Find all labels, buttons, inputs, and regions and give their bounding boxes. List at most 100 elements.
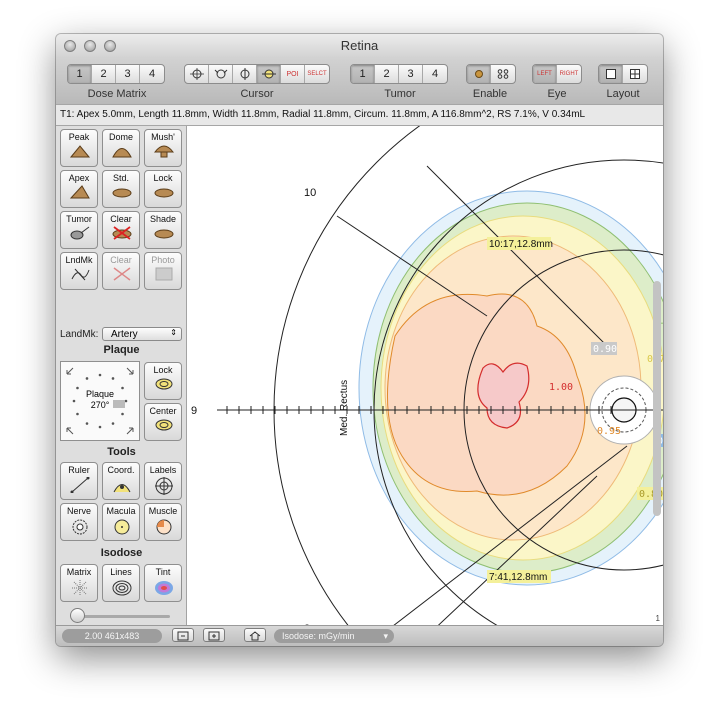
plaque-rotation-control[interactable]: Plaque 270° xyxy=(60,361,140,441)
eye-selector: LEFT RIGHT xyxy=(532,64,582,84)
tint-button[interactable]: Tint xyxy=(144,564,182,602)
cursor-pan-icon[interactable] xyxy=(233,65,257,83)
tint-label: Tint xyxy=(155,567,171,577)
cursor-rotate-icon[interactable] xyxy=(209,65,233,83)
labels-button[interactable]: Labels xyxy=(144,462,182,500)
plaque-lock-label: Lock xyxy=(153,365,173,375)
eye-left-button[interactable]: LEFT xyxy=(533,65,557,83)
ruler-button[interactable]: Ruler xyxy=(60,462,98,500)
cursor-select-button[interactable]: SELCT xyxy=(305,65,329,83)
lines-button[interactable]: Lines xyxy=(102,564,140,602)
peak-button[interactable]: Peak xyxy=(60,129,98,167)
photo-button[interactable]: Photo xyxy=(144,252,182,290)
clear-icon xyxy=(112,226,132,240)
enable-multi-icon[interactable] xyxy=(491,65,515,83)
shade-icon xyxy=(154,229,174,239)
plaque-center-button[interactable]: Center xyxy=(144,403,182,441)
landmark-type-select[interactable]: Artery ⇕ xyxy=(102,327,182,341)
apex-icon xyxy=(69,185,90,199)
plaque-name: Plaque xyxy=(85,389,115,399)
cursor-probe-icon[interactable] xyxy=(257,65,281,83)
lock-shape-button[interactable]: Lock xyxy=(144,170,182,208)
plaque-lock-button[interactable]: Lock xyxy=(144,362,182,400)
standard-label: Std. xyxy=(112,173,129,183)
dose-matrix-3[interactable]: 3 xyxy=(116,65,140,83)
coordinate-button[interactable]: Coord. xyxy=(102,462,140,500)
eye-right-button[interactable]: RIGHT xyxy=(557,65,581,83)
lock-shape-icon xyxy=(154,188,174,198)
tumor-3[interactable]: 3 xyxy=(399,65,423,83)
plaque-corner-arrow xyxy=(126,367,134,375)
app-window: Retina 1 2 3 4 Dose Matrix POI SELCT Cur… xyxy=(56,34,663,646)
macula-icon xyxy=(114,519,130,535)
dose-matrix-selector: 1 2 3 4 xyxy=(67,64,165,84)
toolbar: 1 2 3 4 Dose Matrix POI SELCT Cursor 1 2… xyxy=(56,58,663,104)
cursor-selector: POI SELCT xyxy=(184,64,330,84)
shade-button[interactable]: Shade xyxy=(144,211,182,249)
clock-label-9: 9 xyxy=(191,405,197,417)
dome-label: Dome xyxy=(108,132,133,142)
clear-landmark-button[interactable]: Clear xyxy=(102,252,140,290)
cursor-poi-button[interactable]: POI xyxy=(281,65,305,83)
dose-matrix-label: Dose Matrix xyxy=(87,88,147,100)
eye-label: Eye xyxy=(547,88,567,100)
landmark-button[interactable]: LndMk xyxy=(60,252,98,290)
standard-button[interactable]: Std. xyxy=(102,170,140,208)
coord-top-label: 10:17,12.8mm xyxy=(489,239,553,250)
isodose-slider-track xyxy=(72,615,170,618)
isodose-slider-thumb[interactable] xyxy=(70,608,85,623)
isodose-title: Isodose xyxy=(100,547,143,559)
tumor-1[interactable]: 1 xyxy=(351,65,375,83)
mushroom-button[interactable]: Mush' xyxy=(144,129,182,167)
zoom-out-button[interactable] xyxy=(172,628,194,642)
clear-landmark-icon xyxy=(113,267,131,281)
title-bar: Retina xyxy=(56,34,663,58)
dose-matrix-1[interactable]: 1 xyxy=(68,65,92,83)
home-button[interactable] xyxy=(244,628,266,642)
isodose-label-v100: 1.00 xyxy=(549,382,573,393)
tumor-4[interactable]: 4 xyxy=(423,65,447,83)
ruler-label: Ruler xyxy=(68,465,90,475)
apex-button[interactable]: Apex xyxy=(60,170,98,208)
matrix-button[interactable]: Matrix xyxy=(60,564,98,602)
zoom-out-icon xyxy=(177,631,189,641)
tumor-2[interactable]: 2 xyxy=(375,65,399,83)
peak-label: Peak xyxy=(68,132,90,142)
nerve-button[interactable]: Nerve xyxy=(60,503,98,541)
dome-button[interactable]: Dome xyxy=(102,129,140,167)
vertical-scrollbar[interactable] xyxy=(653,136,661,625)
macula-button[interactable]: Macula xyxy=(102,503,140,541)
zoom-in-button[interactable] xyxy=(203,628,225,642)
zoom-readout: 2.00 461x483 xyxy=(62,629,162,643)
layout-single-icon[interactable] xyxy=(599,65,623,83)
enable-selector xyxy=(466,64,516,84)
enable-single-icon[interactable] xyxy=(467,65,491,83)
retina-map-svg[interactable]: 1098Med. Rectus10:17,12.8mm7:41,12.8mm0.… xyxy=(187,126,663,625)
clear-shape-button[interactable]: Clear xyxy=(102,211,140,249)
cursor-move-icon[interactable] xyxy=(185,65,209,83)
muscle-label: Med. Rectus xyxy=(339,380,350,436)
standard-icon xyxy=(112,188,132,198)
landmark-icon xyxy=(71,268,90,281)
window-title: Retina xyxy=(340,38,379,53)
vertical-scroll-thumb[interactable] xyxy=(653,281,661,516)
cursor-label: Cursor xyxy=(240,88,274,100)
tumor-button[interactable]: Tumor xyxy=(60,211,98,249)
layout-quad-icon[interactable] xyxy=(623,65,647,83)
lock-shape-label: Lock xyxy=(153,173,173,183)
nerve-label: Nerve xyxy=(66,506,91,516)
dose-matrix-4[interactable]: 4 xyxy=(140,65,164,83)
dose-matrix-2[interactable]: 2 xyxy=(92,65,116,83)
plaque-dial-dot xyxy=(85,422,89,425)
plaque-angle: 270° xyxy=(90,400,110,410)
tumor-selector: 1 2 3 4 xyxy=(350,64,448,84)
muscle-button[interactable]: Muscle xyxy=(144,503,182,541)
coordinate-label: Coord. xyxy=(107,465,135,475)
retina-plot[interactable]: 1098Med. Rectus10:17,12.8mm7:41,12.8mm0.… xyxy=(187,126,663,625)
isodose-units-select[interactable]: Isodose: mGy/min ▾ xyxy=(274,629,394,643)
landmark-label: LndMk xyxy=(65,255,93,265)
plaque-center-icon xyxy=(155,419,173,431)
dome-icon xyxy=(112,148,132,158)
layout-selector xyxy=(598,64,648,84)
plaque-dial-dot xyxy=(98,425,102,429)
